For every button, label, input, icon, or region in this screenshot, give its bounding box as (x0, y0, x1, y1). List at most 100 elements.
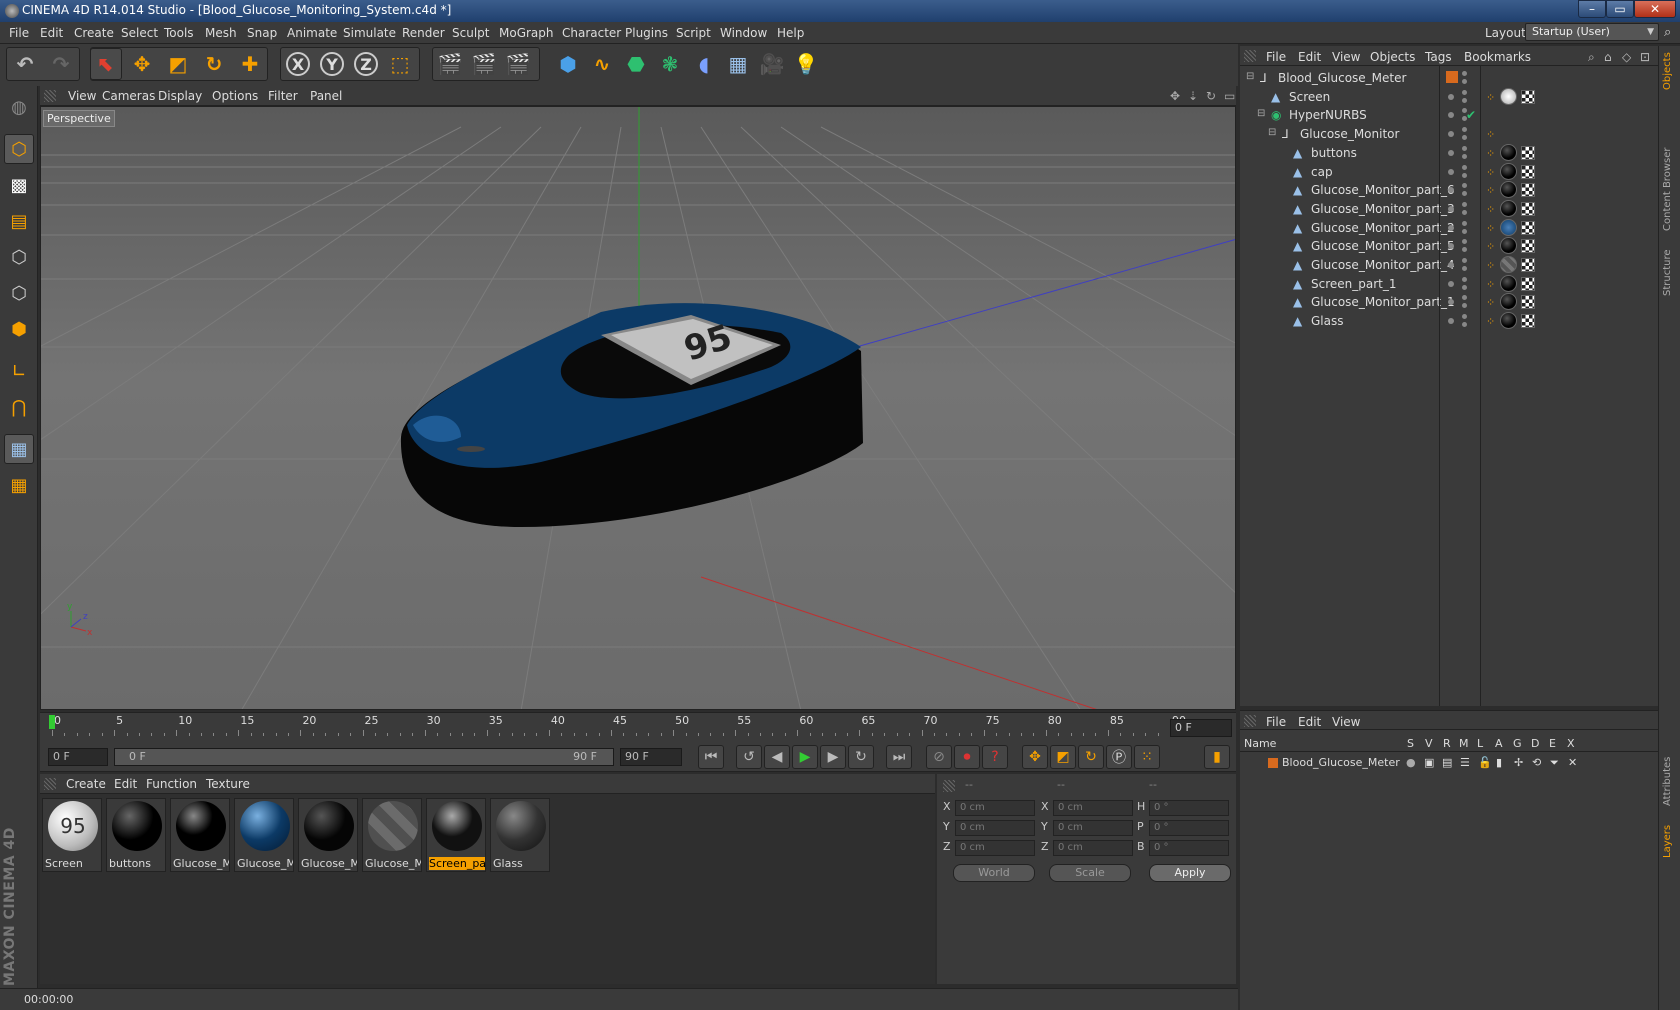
render-picture-viewer-icon[interactable]: 🎬 (468, 48, 500, 80)
tab-structure[interactable]: Structure (1662, 249, 1673, 296)
phong-tag-icon[interactable]: ⁘ (1486, 147, 1496, 160)
object-name[interactable]: cap (1311, 165, 1333, 179)
3d-viewport[interactable]: 95 y x z Perspective (40, 106, 1236, 710)
phong-tag-icon[interactable]: ⁘ (1486, 184, 1496, 197)
layer-xref-icon[interactable]: ✕ (1568, 756, 1577, 769)
phong-tag-icon[interactable]: ⁘ (1486, 278, 1496, 291)
layers-menu-file[interactable]: File (1266, 715, 1286, 729)
spline-pen-icon[interactable]: ∿ (586, 48, 618, 80)
material-menu-function[interactable]: Function (146, 777, 197, 791)
render-view-icon[interactable]: 🎬 (434, 48, 466, 80)
uvw-tag-icon[interactable] (1521, 201, 1535, 216)
layer-color-swatch[interactable] (1446, 71, 1458, 83)
menu-create[interactable]: Create (74, 26, 114, 40)
rotation-h-field[interactable]: 0 ° (1149, 800, 1229, 816)
go-to-end-icon[interactable]: ⏭ (886, 745, 912, 769)
render-visibility-dot[interactable] (1462, 145, 1467, 151)
editor-visibility-dot[interactable] (1448, 224, 1454, 231)
uvw-tag-icon[interactable] (1521, 314, 1535, 329)
step-forward-icon[interactable]: ▶ (820, 745, 846, 769)
viewport-move-icon[interactable]: ✥ (1170, 89, 1180, 103)
menu-simulate[interactable]: Simulate (343, 26, 396, 40)
end-frame-field[interactable]: 90 F (620, 748, 682, 766)
object-row[interactable]: ▲ Glucose_Monitor_part_2 ⁘ (1240, 218, 1658, 238)
layer-col-solo[interactable]: S (1407, 737, 1414, 750)
layer-col-name[interactable]: Name (1244, 737, 1276, 750)
tab-content-browser[interactable]: Content Browser (1662, 148, 1673, 231)
material-tag-icon[interactable] (1500, 181, 1517, 199)
close-button[interactable]: ✕ (1634, 0, 1676, 18)
material-swatch[interactable]: Glass (490, 798, 550, 872)
material-menu-create[interactable]: Create (66, 777, 106, 791)
phong-tag-icon[interactable]: ⁘ (1486, 222, 1496, 235)
object-name[interactable]: Glucose_Monitor_part_5 (1311, 239, 1455, 253)
viewport-rotate-icon[interactable]: ↻ (1206, 89, 1216, 103)
layer-col-expressions[interactable]: E (1549, 737, 1556, 750)
polygons-mode-icon[interactable]: ⬢ (4, 314, 34, 344)
object-row[interactable]: ⊟ ⅃ Glucose_Monitor ⁘ (1240, 124, 1658, 144)
make-editable-icon[interactable]: ◍ (4, 92, 34, 122)
planar-workplane-icon[interactable]: ▦ (4, 470, 34, 500)
model-mode-icon[interactable]: ⬡ (4, 134, 34, 164)
rotation-p-field[interactable]: 0 ° (1149, 820, 1229, 836)
subdivision-surface-icon[interactable]: ⬣ (620, 48, 652, 80)
layer-col-locked[interactable]: L (1477, 737, 1483, 750)
viewport-menu-cameras[interactable]: Cameras (102, 89, 155, 103)
object-name[interactable]: Screen_part_1 (1311, 277, 1397, 291)
key-parameter-icon[interactable]: Ⓟ (1106, 745, 1132, 769)
current-frame-field[interactable]: 0 F (1170, 719, 1232, 737)
menu-render[interactable]: Render (402, 26, 445, 40)
render-visibility-dot[interactable] (1462, 258, 1467, 263)
layer-generator-icon[interactable]: ✢ (1514, 756, 1523, 769)
material-swatch[interactable]: buttons (106, 798, 166, 872)
go-to-next-keyframe-icon[interactable]: ↻ (848, 745, 874, 769)
object-row[interactable]: ▲ Screen ⁘ (1240, 87, 1658, 107)
playhead-marker[interactable] (49, 715, 55, 729)
render-visibility-dot[interactable] (1462, 314, 1467, 320)
layout-select[interactable]: Startup (User) ▼ (1525, 23, 1659, 41)
deformer-icon[interactable]: ◖ (688, 48, 720, 80)
phong-tag-icon[interactable]: ⁘ (1486, 240, 1496, 253)
menu-mesh[interactable]: Mesh (205, 26, 237, 40)
coordinate-space-select[interactable]: World (953, 864, 1035, 882)
lens-icon[interactable]: ◇ (1622, 50, 1631, 64)
material-swatch[interactable]: Glucose_M (234, 798, 294, 872)
render-visibility-dot[interactable] (1462, 79, 1467, 84)
key-position-icon[interactable]: ✥ (1022, 745, 1048, 769)
objects-menu-file[interactable]: File (1266, 50, 1286, 64)
layer-expression-icon[interactable]: ⏷ (1550, 756, 1559, 770)
material-swatch[interactable]: Screen_par (426, 798, 486, 872)
menu-edit[interactable]: Edit (40, 26, 63, 40)
layer-lock-icon[interactable]: 🔓 (1478, 756, 1492, 769)
objects-menu-bookmarks[interactable]: Bookmarks (1464, 50, 1531, 64)
render-settings-icon[interactable]: 🎬 (502, 48, 534, 80)
editor-visibility-dot[interactable] (1448, 149, 1454, 156)
layer-solo-icon[interactable]: ● (1406, 756, 1416, 769)
object-row[interactable]: ▲ Glucose_Monitor_part_4 ⁘ (1240, 255, 1658, 275)
layer-col-render[interactable]: R (1443, 737, 1451, 750)
object-row[interactable]: ⊟ ⅃ Blood_Glucose_Meter (1240, 68, 1658, 88)
objects-menu-view[interactable]: View (1332, 50, 1360, 64)
layer-col-xref[interactable]: X (1567, 737, 1575, 750)
material-menu-edit[interactable]: Edit (114, 777, 137, 791)
render-visibility-dot[interactable] (1462, 276, 1467, 282)
object-name[interactable]: Glucose_Monitor_part_2 (1311, 221, 1455, 235)
expand-toggle-icon[interactable]: ⊟ (1246, 71, 1254, 82)
object-row[interactable]: ▲ Screen_part_1 ⁘ (1240, 274, 1658, 294)
editor-visibility-dot[interactable] (1448, 131, 1454, 138)
viewport-menu-panel[interactable]: Panel (310, 89, 342, 103)
phong-tag-icon[interactable]: ⁘ (1486, 259, 1496, 272)
render-visibility-dot[interactable] (1462, 153, 1467, 159)
render-visibility-dot[interactable] (1462, 209, 1467, 215)
menu-help[interactable]: Help (777, 26, 804, 40)
cube-primitive-icon[interactable]: ⬢ (552, 48, 584, 80)
editor-visibility-dot[interactable] (1448, 280, 1454, 287)
render-visibility-dot[interactable] (1462, 172, 1467, 178)
object-name[interactable]: Blood_Glucose_Meter (1278, 71, 1406, 85)
render-visibility-dot[interactable] (1462, 266, 1467, 271)
material-tag-icon[interactable] (1500, 199, 1517, 217)
menu-sculpt[interactable]: Sculpt (452, 26, 489, 40)
layer-col-view[interactable]: V (1425, 737, 1433, 750)
uvw-tag-icon[interactable] (1521, 239, 1535, 254)
material-tag-icon[interactable] (1500, 293, 1517, 311)
